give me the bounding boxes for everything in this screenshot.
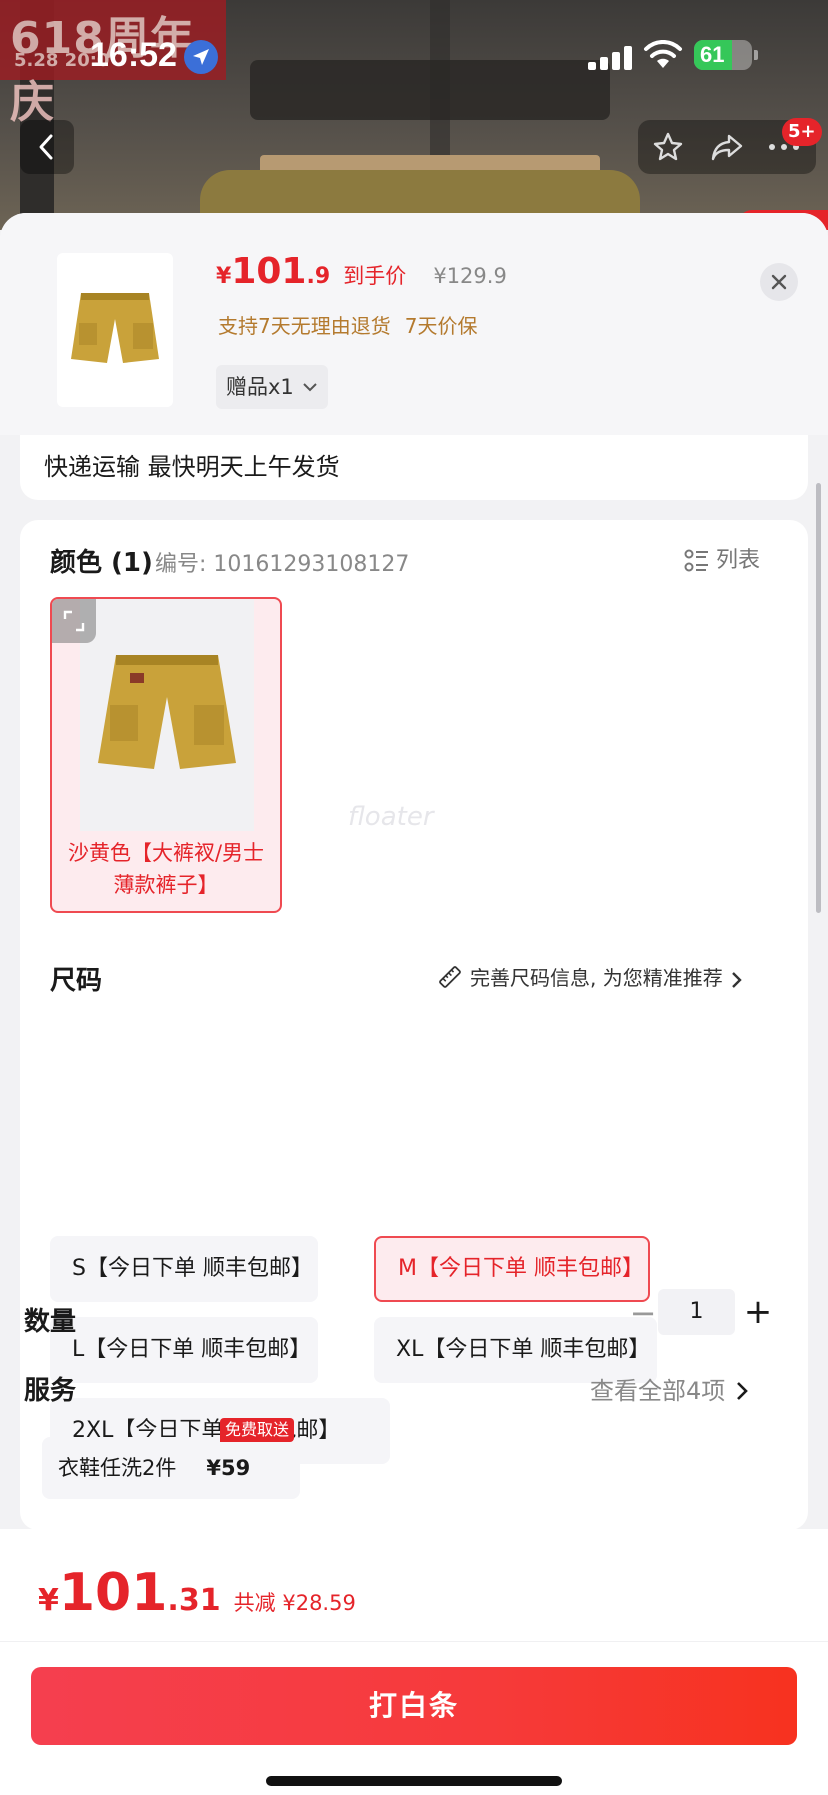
color-swatch-sand-yellow[interactable]: 沙黄色【大裤衩/男士薄款裤子】: [50, 597, 282, 913]
shorts-image: [71, 293, 159, 363]
size-option-label: L【今日下单 顺丰包邮】: [72, 1337, 312, 1362]
size-recommend-link[interactable]: 完善尺码信息, 为您精准推荐: [438, 962, 743, 991]
total-price: ¥101.31 共减 ¥28.59: [38, 1563, 356, 1623]
close-icon: [771, 274, 787, 290]
battery-icon: 61: [694, 40, 758, 70]
sheet-header: ¥101.9 到手价 ¥129.9 支持7天无理由退货 7天价保 赠品x1: [0, 213, 828, 435]
location-arrow-icon: [184, 40, 218, 74]
battery-level: 61: [700, 42, 725, 67]
size-option-m[interactable]: M【今日下单 顺丰包邮】: [374, 1236, 650, 1302]
size-option-s[interactable]: S【今日下单 顺丰包邮】: [50, 1236, 318, 1302]
list-icon: [684, 549, 708, 572]
gift-label: 赠品x1: [226, 375, 294, 399]
star-icon[interactable]: [652, 131, 684, 163]
gift-dropdown-button[interactable]: 赠品x1: [216, 365, 328, 409]
service-option-laundry[interactable]: 衣鞋任洗2件 ¥59: [42, 1437, 300, 1499]
watermark: floater: [348, 802, 434, 832]
quantity-title: 数量: [24, 1307, 77, 1337]
price-decimal: .9: [306, 264, 331, 289]
product-code: 编号: 10161293108127: [155, 552, 410, 577]
status-time: 16:52: [90, 36, 177, 74]
service-title: 服务: [24, 1376, 77, 1406]
chevron-down-icon: [303, 383, 317, 392]
share-icon[interactable]: [710, 131, 744, 163]
expand-icon[interactable]: [52, 599, 96, 643]
pay-with-baitiao-button[interactable]: 打白条: [31, 1667, 797, 1745]
sku-selector-sheet: 快递运输 最快明天上午发货 ¥101.9 到手价 ¥129.9 支持7天无理由退…: [0, 213, 828, 1795]
close-button[interactable]: [760, 263, 798, 301]
scrollbar[interactable]: [816, 483, 821, 913]
service-view-all-label: 查看全部4项: [590, 1377, 726, 1405]
quantity-input[interactable]: 1: [658, 1289, 735, 1335]
color-section-title: 颜色 (1): [50, 548, 153, 578]
shorts-image: [98, 655, 236, 769]
quantity-decrease-button[interactable]: −: [628, 1293, 658, 1333]
checkout-bar: ¥101.31 共减 ¥28.59 打白条: [0, 1529, 828, 1795]
chevron-right-icon: [731, 972, 742, 988]
swatch-label: 沙黄色【大裤衩/男士薄款裤子】: [67, 841, 265, 897]
cellular-signal-icon: [588, 46, 632, 70]
wifi-icon: [644, 40, 682, 68]
free-pickup-badge: 免费取送: [220, 1418, 295, 1442]
price-label: 到手价: [343, 264, 407, 288]
list-view-toggle[interactable]: 列表: [684, 542, 760, 574]
size-option-label: S【今日下单 顺丰包邮】: [72, 1256, 313, 1281]
size-hint-text: 完善尺码信息, 为您精准推荐: [470, 966, 723, 990]
price-protect-policy: 7天价保: [404, 314, 478, 338]
chevron-left-icon: [39, 134, 53, 160]
service-item-label: 衣鞋任洗2件: [58, 1456, 177, 1480]
chevron-right-icon: [737, 1382, 749, 1400]
quantity-increase-button[interactable]: +: [740, 1291, 776, 1333]
size-option-label: M【今日下单 顺丰包邮】: [398, 1256, 644, 1281]
ruler-icon: [439, 966, 461, 988]
service-view-all-link[interactable]: 查看全部4项: [590, 1371, 749, 1406]
original-price: ¥129.9: [433, 264, 507, 288]
shipping-text: 快递运输 最快明天上午发货: [44, 453, 340, 481]
total-integer: 101: [58, 1563, 168, 1623]
price-line: ¥101.9 到手价 ¥129.9: [216, 251, 507, 292]
message-count-badge: 5+: [782, 118, 822, 146]
divider: [0, 1641, 828, 1642]
size-section-title: 尺码: [50, 966, 103, 996]
back-button[interactable]: [20, 120, 74, 174]
status-bar: 16:52 61: [0, 0, 828, 110]
total-decimal: .31: [167, 1583, 221, 1618]
home-indicator[interactable]: [266, 1776, 562, 1786]
swatch-image: [80, 599, 254, 831]
price-integer: 101: [231, 251, 307, 292]
size-option-l[interactable]: L【今日下单 顺丰包邮】: [50, 1317, 318, 1383]
total-currency: ¥: [38, 1583, 59, 1618]
product-thumbnail[interactable]: [57, 253, 173, 407]
list-toggle-label: 列表: [716, 548, 761, 573]
return-policy: 支持7天无理由退货: [218, 314, 391, 338]
size-option-label: XL【今日下单 顺丰包邮】: [396, 1337, 651, 1362]
currency-symbol: ¥: [216, 264, 232, 289]
service-item-price: ¥59: [206, 1456, 251, 1480]
policy-line: 支持7天无理由退货 7天价保: [218, 310, 477, 339]
total-discount: 共减 ¥28.59: [233, 1591, 356, 1615]
